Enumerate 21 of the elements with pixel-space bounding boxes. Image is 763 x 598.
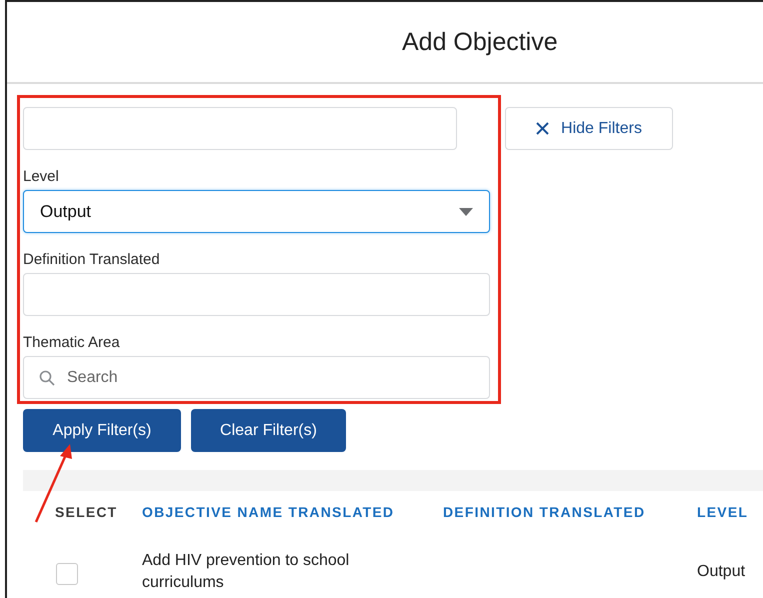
text-field[interactable] [23, 107, 457, 150]
field-label: Level [23, 168, 60, 185]
column-header: SELECT [54, 504, 118, 520]
level-select[interactable]: Output [23, 190, 490, 233]
hide-filters-button[interactable]: Hide Filters [505, 107, 673, 150]
caret-icon [459, 208, 473, 216]
table-cell-text: Output [697, 562, 746, 582]
field-label: Thematic Area [23, 334, 121, 351]
column-header-link[interactable]: DEFINITION TRANSLATED [443, 504, 697, 520]
filter-button[interactable]: Clear Filter(s) [191, 409, 346, 452]
column-header-link[interactable]: OBJECTIVE NAME TRANSLATED [142, 504, 443, 520]
column-header-link[interactable]: LEVEL [697, 504, 748, 520]
filter-button[interactable]: Apply Filter(s) [23, 409, 181, 452]
field-label: Definition Translated [23, 251, 161, 268]
table-cell-text: Add HIV prevention to school curriculums [142, 551, 350, 593]
search-icon [39, 370, 55, 386]
row-checkbox[interactable] [56, 562, 78, 584]
modal-title: Add Objective [402, 28, 558, 56]
search-field[interactable]: Search [23, 356, 490, 399]
close-icon [536, 122, 550, 135]
text-field[interactable] [23, 273, 490, 316]
